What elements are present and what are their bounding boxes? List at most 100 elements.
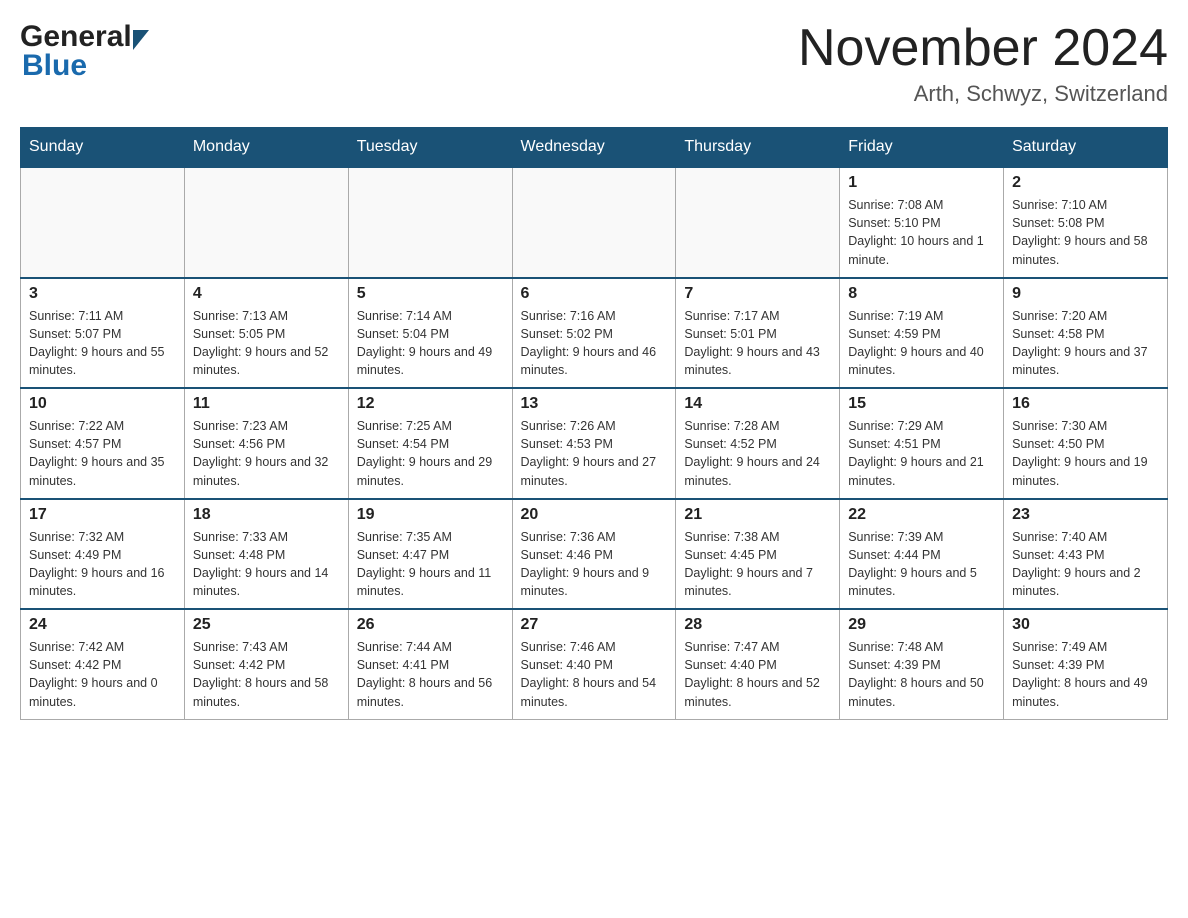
calendar-table: SundayMondayTuesdayWednesdayThursdayFrid… bbox=[20, 127, 1168, 720]
day-info: Sunrise: 7:46 AMSunset: 4:40 PMDaylight:… bbox=[521, 638, 668, 711]
calendar-cell: 22 Sunrise: 7:39 AMSunset: 4:44 PMDayligh… bbox=[840, 499, 1004, 610]
calendar-cell: 8Sunrise: 7:19 AMSunset: 4:59 PMDaylight… bbox=[840, 278, 1004, 389]
day-info: Sunrise: 7:28 AMSunset: 4:52 PMDaylight:… bbox=[684, 417, 831, 490]
day-number: 1 bbox=[848, 174, 995, 192]
calendar-cell: 11 Sunrise: 7:23 AMSunset: 4:56 PMDayligh… bbox=[184, 388, 348, 499]
day-number: 16 bbox=[1012, 395, 1159, 413]
day-info: Sunrise: 7:14 AMSunset: 5:04 PMDaylight:… bbox=[357, 307, 504, 380]
logo-blue-text: Blue bbox=[22, 49, 87, 83]
day-number: 14 bbox=[684, 395, 831, 413]
col-header-sunday: Sunday bbox=[21, 128, 185, 168]
calendar-week-row: 24 Sunrise: 7:42 AMSunset: 4:42 PMDayligh… bbox=[21, 609, 1168, 719]
day-number: 24 bbox=[29, 616, 176, 634]
day-number: 4 bbox=[193, 285, 340, 303]
day-info: Sunrise: 7:44 AMSunset: 4:41 PMDaylight:… bbox=[357, 638, 504, 711]
calendar-cell: 6Sunrise: 7:16 AMSunset: 5:02 PMDaylight… bbox=[512, 278, 676, 389]
calendar-cell: 10 Sunrise: 7:22 AMSunset: 4:57 PMDayligh… bbox=[21, 388, 185, 499]
day-number: 15 bbox=[848, 395, 995, 413]
day-number: 27 bbox=[521, 616, 668, 634]
calendar-cell: 29 Sunrise: 7:48 AMSunset: 4:39 PMDayligh… bbox=[840, 609, 1004, 719]
day-info: Sunrise: 7:20 AMSunset: 4:58 PMDaylight:… bbox=[1012, 307, 1159, 380]
day-info: Sunrise: 7:19 AMSunset: 4:59 PMDaylight:… bbox=[848, 307, 995, 380]
calendar-cell: 26 Sunrise: 7:44 AMSunset: 4:41 PMDayligh… bbox=[348, 609, 512, 719]
day-info: Sunrise: 7:48 AMSunset: 4:39 PMDaylight:… bbox=[848, 638, 995, 711]
month-title: November 2024 bbox=[798, 20, 1168, 77]
calendar-cell: 30 Sunrise: 7:49 AMSunset: 4:39 PMDayligh… bbox=[1004, 609, 1168, 719]
day-info: Sunrise: 7:11 AMSunset: 5:07 PMDaylight:… bbox=[29, 307, 176, 380]
logo-triangle-icon bbox=[133, 30, 149, 50]
day-number: 9 bbox=[1012, 285, 1159, 303]
day-number: 28 bbox=[684, 616, 831, 634]
calendar-cell: 7 Sunrise: 7:17 AMSunset: 5:01 PMDaylight… bbox=[676, 278, 840, 389]
calendar-cell: 15 Sunrise: 7:29 AMSunset: 4:51 PMDayligh… bbox=[840, 388, 1004, 499]
col-header-friday: Friday bbox=[840, 128, 1004, 168]
calendar-cell: 24 Sunrise: 7:42 AMSunset: 4:42 PMDayligh… bbox=[21, 609, 185, 719]
calendar-week-row: 17Sunrise: 7:32 AMSunset: 4:49 PMDayligh… bbox=[21, 499, 1168, 610]
day-info: Sunrise: 7:36 AMSunset: 4:46 PMDaylight:… bbox=[521, 528, 668, 601]
day-number: 18 bbox=[193, 506, 340, 524]
calendar-cell: 21 Sunrise: 7:38 AMSunset: 4:45 PMDayligh… bbox=[676, 499, 840, 610]
day-number: 23 bbox=[1012, 506, 1159, 524]
calendar-cell: 20 Sunrise: 7:36 AMSunset: 4:46 PMDayligh… bbox=[512, 499, 676, 610]
day-number: 22 bbox=[848, 506, 995, 524]
calendar-cell: 25 Sunrise: 7:43 AMSunset: 4:42 PMDayligh… bbox=[184, 609, 348, 719]
day-number: 26 bbox=[357, 616, 504, 634]
calendar-cell bbox=[184, 167, 348, 278]
day-number: 29 bbox=[848, 616, 995, 634]
calendar-cell: 18Sunrise: 7:33 AMSunset: 4:48 PMDayligh… bbox=[184, 499, 348, 610]
calendar-header-row: SundayMondayTuesdayWednesdayThursdayFrid… bbox=[21, 128, 1168, 168]
day-info: Sunrise: 7:42 AMSunset: 4:42 PMDaylight:… bbox=[29, 638, 176, 711]
day-number: 10 bbox=[29, 395, 176, 413]
calendar-cell: 12Sunrise: 7:25 AMSunset: 4:54 PMDayligh… bbox=[348, 388, 512, 499]
col-header-tuesday: Tuesday bbox=[348, 128, 512, 168]
day-info: Sunrise: 7:39 AMSunset: 4:44 PMDaylight:… bbox=[848, 528, 995, 601]
day-info: Sunrise: 7:49 AMSunset: 4:39 PMDaylight:… bbox=[1012, 638, 1159, 711]
day-number: 2 bbox=[1012, 174, 1159, 192]
day-info: Sunrise: 7:29 AMSunset: 4:51 PMDaylight:… bbox=[848, 417, 995, 490]
calendar-cell: 4 Sunrise: 7:13 AMSunset: 5:05 PMDaylight… bbox=[184, 278, 348, 389]
day-info: Sunrise: 7:22 AMSunset: 4:57 PMDaylight:… bbox=[29, 417, 176, 490]
day-number: 19 bbox=[357, 506, 504, 524]
day-number: 21 bbox=[684, 506, 831, 524]
calendar-cell bbox=[348, 167, 512, 278]
calendar-cell bbox=[512, 167, 676, 278]
day-number: 11 bbox=[193, 395, 340, 413]
day-info: Sunrise: 7:25 AMSunset: 4:54 PMDaylight:… bbox=[357, 417, 504, 490]
calendar-cell: 16 Sunrise: 7:30 AMSunset: 4:50 PMDayligh… bbox=[1004, 388, 1168, 499]
calendar-cell: 2 Sunrise: 7:10 AMSunset: 5:08 PMDaylight… bbox=[1004, 167, 1168, 278]
day-number: 7 bbox=[684, 285, 831, 303]
calendar-week-row: 10 Sunrise: 7:22 AMSunset: 4:57 PMDayligh… bbox=[21, 388, 1168, 499]
day-info: Sunrise: 7:32 AMSunset: 4:49 PMDaylight:… bbox=[29, 528, 176, 601]
col-header-thursday: Thursday bbox=[676, 128, 840, 168]
day-info: Sunrise: 7:43 AMSunset: 4:42 PMDaylight:… bbox=[193, 638, 340, 711]
calendar-cell bbox=[676, 167, 840, 278]
calendar-cell: 17Sunrise: 7:32 AMSunset: 4:49 PMDayligh… bbox=[21, 499, 185, 610]
day-info: Sunrise: 7:08 AMSunset: 5:10 PMDaylight:… bbox=[848, 196, 995, 269]
day-info: Sunrise: 7:17 AMSunset: 5:01 PMDaylight:… bbox=[684, 307, 831, 380]
calendar-cell: 23Sunrise: 7:40 AMSunset: 4:43 PMDayligh… bbox=[1004, 499, 1168, 610]
calendar-week-row: 3 Sunrise: 7:11 AMSunset: 5:07 PMDaylight… bbox=[21, 278, 1168, 389]
day-number: 13 bbox=[521, 395, 668, 413]
calendar-cell bbox=[21, 167, 185, 278]
col-header-saturday: Saturday bbox=[1004, 128, 1168, 168]
day-number: 3 bbox=[29, 285, 176, 303]
logo: General Blue bbox=[20, 20, 149, 83]
calendar-cell: 1 Sunrise: 7:08 AMSunset: 5:10 PMDaylight… bbox=[840, 167, 1004, 278]
day-info: Sunrise: 7:23 AMSunset: 4:56 PMDaylight:… bbox=[193, 417, 340, 490]
title-block: November 2024 Arth, Schwyz, Switzerland bbox=[798, 20, 1168, 107]
day-info: Sunrise: 7:35 AMSunset: 4:47 PMDaylight:… bbox=[357, 528, 504, 601]
day-number: 20 bbox=[521, 506, 668, 524]
calendar-cell: 9 Sunrise: 7:20 AMSunset: 4:58 PMDaylight… bbox=[1004, 278, 1168, 389]
day-info: Sunrise: 7:30 AMSunset: 4:50 PMDaylight:… bbox=[1012, 417, 1159, 490]
day-info: Sunrise: 7:10 AMSunset: 5:08 PMDaylight:… bbox=[1012, 196, 1159, 269]
calendar-cell: 14 Sunrise: 7:28 AMSunset: 4:52 PMDayligh… bbox=[676, 388, 840, 499]
day-info: Sunrise: 7:38 AMSunset: 4:45 PMDaylight:… bbox=[684, 528, 831, 601]
day-info: Sunrise: 7:26 AMSunset: 4:53 PMDaylight:… bbox=[521, 417, 668, 490]
calendar-cell: 27 Sunrise: 7:46 AMSunset: 4:40 PMDayligh… bbox=[512, 609, 676, 719]
calendar-cell: 28Sunrise: 7:47 AMSunset: 4:40 PMDayligh… bbox=[676, 609, 840, 719]
page-header: General Blue November 2024 Arth, Schwyz,… bbox=[20, 20, 1168, 107]
location-text: Arth, Schwyz, Switzerland bbox=[798, 81, 1168, 107]
day-info: Sunrise: 7:13 AMSunset: 5:05 PMDaylight:… bbox=[193, 307, 340, 380]
day-number: 25 bbox=[193, 616, 340, 634]
day-number: 30 bbox=[1012, 616, 1159, 634]
